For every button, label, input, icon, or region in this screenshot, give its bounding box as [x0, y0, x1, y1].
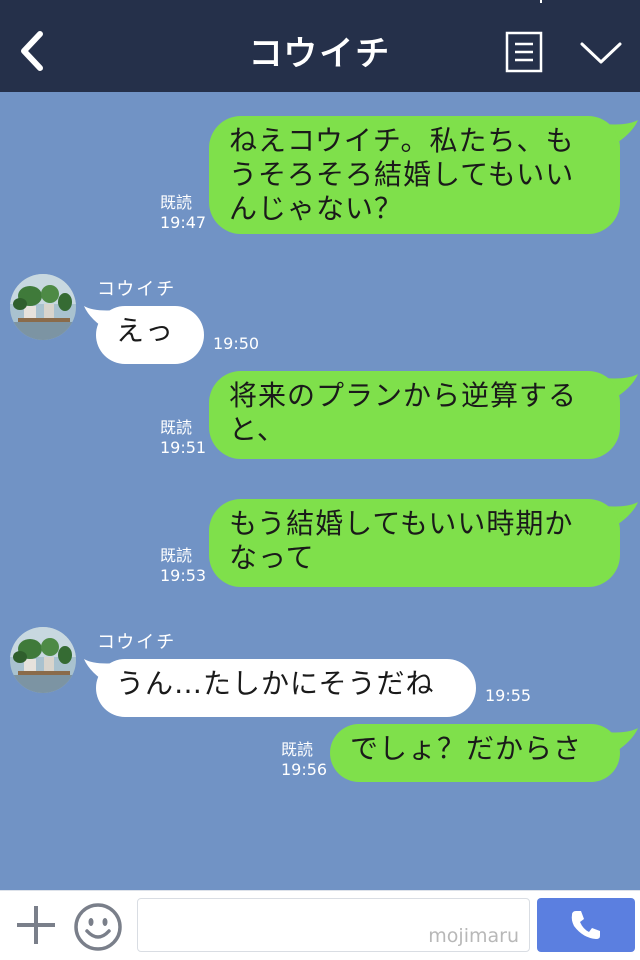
- incoming-message-bubble[interactable]: えっ: [96, 306, 204, 364]
- read-receipt: 既読: [160, 546, 193, 565]
- message-composer: mojimaru: [0, 890, 640, 960]
- sender-name: コウイチ: [97, 279, 177, 300]
- message-line: ねえコウイチ。私たち、も: [229, 124, 575, 157]
- chat-title: コウイチ: [248, 34, 392, 74]
- message-meta: 既読 19:51: [160, 418, 206, 458]
- message-line: えっ: [116, 314, 175, 347]
- message-line: でしょ？だからさ: [350, 732, 583, 765]
- sender-name: コウイチ: [97, 632, 177, 653]
- incoming-message-bubble[interactable]: うん…たしかにそうだね: [96, 659, 476, 717]
- call-button[interactable]: [537, 898, 635, 952]
- message-meta: 既読 19:53: [160, 546, 206, 586]
- read-receipt: 既読: [281, 740, 314, 759]
- message-line: 将来のプランから逆算する: [229, 379, 578, 412]
- plant-photo-icon: [10, 627, 76, 693]
- message-line: うん…たしかにそうだね: [116, 667, 435, 700]
- read-receipt: 既読: [160, 418, 193, 437]
- list-icon[interactable]: [505, 31, 543, 73]
- message-time: 19:56: [281, 760, 328, 779]
- message-line: んじゃない？: [229, 192, 404, 225]
- plant-photo-icon: [10, 274, 76, 340]
- message-input[interactable]: mojimaru: [137, 898, 530, 952]
- message-line: なって: [229, 541, 315, 574]
- watermark: mojimaru: [428, 925, 519, 947]
- message-time: 19:47: [160, 213, 207, 232]
- outgoing-message-bubble[interactable]: ねえコウイチ。私たち、も うそろそろ結婚してもいい んじゃない？: [209, 116, 620, 234]
- smile-icon[interactable]: [72, 901, 124, 953]
- message-line: と、: [229, 413, 286, 446]
- message-time: 19:53: [160, 566, 207, 585]
- outgoing-message-bubble[interactable]: もう結婚してもいい時期か なって: [209, 499, 620, 587]
- message-time: 19:55: [485, 686, 532, 705]
- read-receipt: 既読: [160, 193, 193, 212]
- plus-icon[interactable]: [14, 903, 58, 947]
- chat-header: コウイチ: [0, 0, 640, 92]
- message-time: 19:51: [160, 438, 207, 457]
- status-bar-fragment: [540, 0, 542, 3]
- message-time: 19:50: [213, 334, 260, 353]
- message-meta: 既読 19:47: [160, 193, 206, 233]
- chevron-down-icon[interactable]: [578, 38, 624, 68]
- message-line: もう結婚してもいい時期か: [229, 507, 574, 540]
- message-meta: 既読 19:56: [281, 740, 327, 780]
- avatar[interactable]: [10, 627, 76, 693]
- outgoing-message-bubble[interactable]: でしょ？だからさ: [330, 724, 620, 782]
- outgoing-message-bubble[interactable]: 将来のプランから逆算する と、: [209, 371, 620, 459]
- message-list[interactable]: 既読 19:47 ねえコウイチ。私たち、も うそろそろ結婚してもいい んじゃない…: [0, 92, 640, 890]
- avatar[interactable]: [10, 274, 76, 340]
- phone-icon: [571, 911, 600, 939]
- message-line: うそろそろ結婚してもいい: [229, 158, 575, 191]
